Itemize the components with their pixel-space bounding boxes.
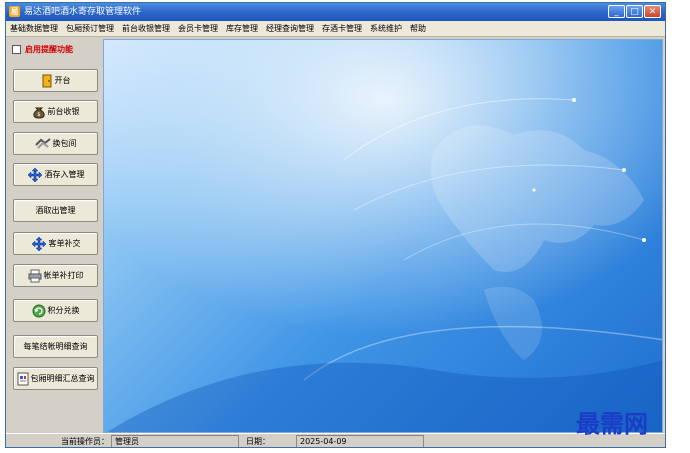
reminder-checkbox[interactable]: [12, 45, 21, 54]
reminder-toggle[interactable]: 启用提醒功能: [12, 44, 73, 55]
menu-bar: 基础数据管理 包厢预订管理 前台收银管理 会员卡管理 库存管理 经理查询管理 存酒卡管理 系统…: [6, 21, 665, 37]
reprint-bill-label: 帐单补打印: [43, 271, 84, 280]
front-cashier-label: 前台收银: [47, 107, 80, 116]
menu-basic-data[interactable]: 基础数据管理: [6, 21, 62, 36]
minimize-button[interactable]: _: [608, 5, 625, 18]
main-background-area: [103, 39, 663, 433]
menu-help[interactable]: 帮助: [406, 21, 430, 36]
door-icon: [42, 74, 51, 87]
change-room-label: 换包间: [52, 139, 77, 148]
room-summary-query-label: 包厢明细汇总查询: [30, 374, 95, 383]
refresh-icon: [32, 304, 45, 317]
bill-detail-query-button[interactable]: 每笔结帐明细查询: [13, 335, 98, 358]
printer-icon: [28, 269, 41, 282]
move-arrows-icon: [31, 236, 46, 251]
menu-front-cashier[interactable]: 前台收银管理: [118, 21, 174, 36]
status-bar: 当前操作员： 管理员 日期： 2025-04-09: [6, 433, 665, 447]
window-title: 易达酒吧酒水寄存取管理软件: [24, 7, 142, 17]
points-redeem-button[interactable]: 积分兑换: [13, 299, 98, 322]
open-table-button[interactable]: 开台: [13, 69, 98, 92]
withdraw-mgmt-button[interactable]: 酒取出管理: [13, 199, 98, 222]
handshake-icon: [34, 137, 51, 149]
change-room-button[interactable]: 换包间: [13, 132, 98, 155]
order-supplement-button[interactable]: 客单补交: [13, 232, 98, 255]
operator-value: 管理员: [111, 435, 239, 447]
points-redeem-label: 积分兑换: [47, 306, 80, 315]
reprint-bill-button[interactable]: 帐单补打印: [13, 264, 98, 287]
withdraw-mgmt-label: 酒取出管理: [35, 206, 76, 215]
app-window: 易 易达酒吧酒水寄存取管理软件 _ □ ✕ 基础数据管理 包厢预订管理 前台收银管理…: [5, 2, 666, 448]
watermark-text: 最需网: [576, 409, 648, 438]
order-supplement-label: 客单补交: [48, 239, 81, 248]
maximize-button[interactable]: □: [626, 5, 643, 18]
bill-detail-query-label: 每笔结帐明细查询: [23, 342, 88, 351]
document-icon: [17, 372, 28, 385]
front-cashier-button[interactable]: $ 前台收银: [13, 100, 98, 123]
operator-label: 当前操作员：: [61, 437, 109, 446]
reminder-label: 启用提醒功能: [25, 45, 73, 54]
room-summary-query-button[interactable]: 包厢明细汇总查询: [13, 367, 98, 390]
deposit-mgmt-label: 酒存入管理: [44, 170, 85, 179]
menu-system-maintenance[interactable]: 系统维护: [366, 21, 406, 36]
menu-room-booking[interactable]: 包厢预订管理: [62, 21, 118, 36]
date-label: 日期：: [246, 437, 270, 446]
open-table-label: 开台: [54, 76, 71, 85]
deposit-mgmt-button[interactable]: 酒存入管理: [13, 163, 98, 186]
money-bag-icon: $: [32, 107, 45, 119]
move-arrows-icon: [27, 167, 42, 182]
close-button[interactable]: ✕: [644, 5, 661, 18]
menu-inventory[interactable]: 库存管理: [222, 21, 262, 36]
menu-deposit-card[interactable]: 存酒卡管理: [318, 21, 366, 36]
menu-manager-query[interactable]: 经理查询管理: [262, 21, 318, 36]
svg-text:$: $: [37, 112, 40, 118]
sidebar: 启用提醒功能 开台 $ 前台收银 换包间 酒存入管理 酒取出管理 客单补交 帐单: [8, 39, 102, 433]
title-bar[interactable]: 易 易达酒吧酒水寄存取管理软件 _ □ ✕: [6, 3, 665, 21]
world-map-background-image: [104, 40, 662, 432]
date-value: 2025-04-09: [296, 435, 424, 447]
menu-member-card[interactable]: 会员卡管理: [174, 21, 222, 36]
app-icon: 易: [9, 6, 20, 17]
